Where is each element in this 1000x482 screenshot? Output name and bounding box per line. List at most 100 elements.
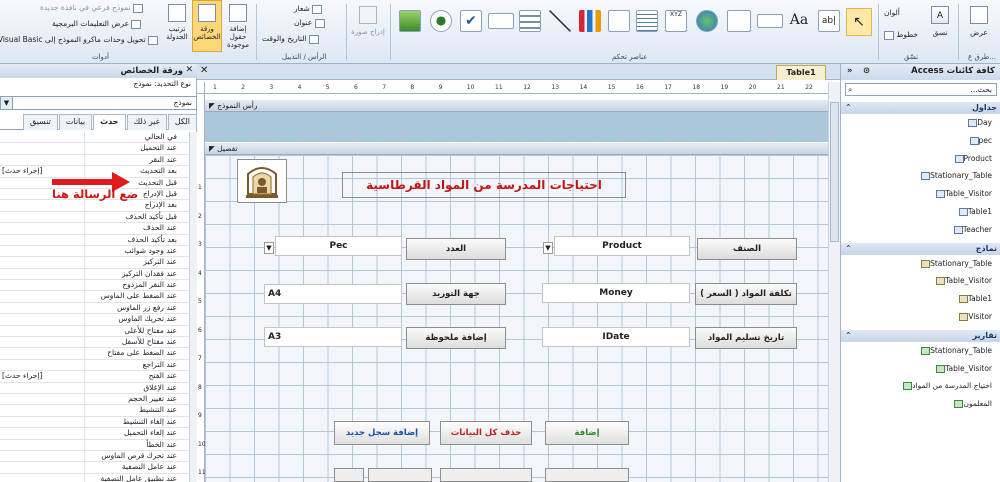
event-property-row[interactable]: بعد تأكيد الحذف [0,234,189,246]
close-icon[interactable]: ✕ [200,65,208,76]
event-property-row[interactable]: عند رفع زر الماوس [0,302,189,315]
idate-field[interactable]: IDate [542,327,690,347]
event-property-row[interactable]: عند النقر [0,154,189,167]
collapse-group-icon[interactable]: ⌃ [845,330,852,342]
checkbox-control[interactable]: ✔ [460,10,482,32]
chevron-down-icon[interactable]: ▼ [1,97,13,109]
rectangle-control[interactable] [488,13,514,29]
event-property-value[interactable] [0,405,84,415]
event-property-value[interactable] [0,451,84,461]
event-property-value[interactable] [0,428,84,438]
chevron-down-icon[interactable]: ⊙ [863,66,870,76]
pec-field[interactable]: Pec [275,236,402,256]
event-property-value[interactable] [0,417,84,427]
design-vertical-scrollbar[interactable] [828,82,840,482]
select-pointer-tool[interactable]: ↖ [846,8,872,36]
view-button[interactable]: عرض [962,4,996,50]
tab-data[interactable]: بيانات [58,114,93,130]
close-icon[interactable]: ✕ [185,65,193,75]
nav-item[interactable]: Day [963,116,992,130]
event-property-value[interactable] [0,383,84,393]
supplier-label[interactable]: جهة التوريد [406,283,506,305]
event-property-value[interactable] [0,348,84,358]
tab-order-button[interactable]: ترتيب الجدولة [162,2,192,52]
cost-label[interactable]: تكلفة المواد ( السعر ) [695,283,797,305]
image-control[interactable] [399,10,421,32]
event-property-row[interactable]: عند الحذف [0,223,189,235]
event-property-value[interactable] [0,474,84,482]
event-property-value[interactable] [0,303,84,313]
event-property-row[interactable]: عند التنشيط [0,405,189,417]
nav-group-header[interactable]: جداول ⌃ [841,102,1000,114]
nav-item[interactable]: pec [965,134,992,148]
a3-field[interactable]: A3 [264,327,402,347]
event-property-row[interactable]: عند مفتاح للأسفل [0,337,189,349]
event-property-value[interactable] [0,155,84,165]
subform-new-window-button[interactable]: نموذج فرعي في نافذة جديدة [40,3,144,13]
nav-item[interactable]: Table1 [954,205,992,219]
form-header-bar[interactable]: ◤ رأس النموذج [205,100,828,112]
nav-item[interactable]: المعلمون [949,397,992,411]
nav-pane-title[interactable]: كافة كائنات Access ⊙ « [841,64,1000,80]
button-control[interactable] [757,14,783,28]
logo-button[interactable]: شعار [294,4,323,14]
event-property-value[interactable] [0,280,84,290]
event-property-row[interactable]: عند فقدان التركيز [0,268,189,281]
collapse-group-icon[interactable]: ⌃ [845,102,852,114]
tab-event[interactable]: حدث [93,114,126,130]
tab-table1[interactable]: Table1 [776,65,826,80]
tab-control[interactable] [727,10,751,32]
option-group-control[interactable]: XYZ [665,10,687,32]
nav-item[interactable]: Teacher [949,223,992,237]
nav-item[interactable]: Product [950,152,992,166]
partial-control[interactable] [545,468,629,482]
event-property-value[interactable] [0,269,84,279]
event-property-row[interactable]: [إجراء حدث] عند الفتح [0,371,189,383]
scroll-thumb[interactable] [830,102,839,242]
property-list-scrollbar[interactable] [189,132,197,482]
search-icon[interactable]: ⌕ [848,84,852,95]
event-property-row[interactable]: عند الضغط على مفتاح [0,348,189,360]
event-property-row[interactable]: عند الخطأ [0,439,189,451]
event-property-value[interactable] [0,200,84,210]
event-property-value[interactable]: [إجراء حدث] [0,371,84,381]
nav-item[interactable]: احتياج المدرسة من المواد [898,379,992,393]
event-property-row[interactable]: عند النقر المزدوج [0,280,189,292]
event-property-row[interactable]: بعد الإدراج [0,200,189,212]
tab-other[interactable]: غير ذلك [126,114,167,130]
collapse-group-icon[interactable]: ⌃ [845,243,852,255]
event-property-row[interactable]: عند عامل التصفية [0,462,189,474]
money-field[interactable]: Money [542,283,690,303]
event-property-value[interactable] [0,360,84,370]
partial-control[interactable] [334,468,364,482]
collapse-icon[interactable]: « [847,66,853,76]
theme-button[interactable]: A نسق [924,4,956,50]
nav-group-header[interactable]: تقارير ⌃ [841,329,1000,342]
new-record-button[interactable]: إضافة سجل جديد [334,421,430,445]
event-property-value[interactable] [0,257,84,267]
nav-item[interactable]: Table1 [954,292,992,306]
combobox-control[interactable] [608,10,630,32]
nav-item[interactable]: Table_Visitor [931,187,992,201]
event-property-row[interactable]: عند التركيز [0,257,189,269]
delete-all-button[interactable]: حذف كل البيانات [440,421,532,445]
property-sheet-button[interactable]: ورقة الخصائص [192,0,222,52]
category-label[interactable]: الصنف [697,238,797,260]
event-property-value[interactable] [0,246,84,256]
title-button[interactable]: عنوان [294,18,325,28]
event-property-value[interactable] [0,326,84,336]
nav-group-header[interactable]: نماذج ⌃ [841,242,1000,255]
hyperlink-globe-icon[interactable] [696,10,718,32]
event-property-row[interactable]: عند إلغاء التنشيط [0,416,189,429]
event-property-value[interactable] [0,143,84,153]
add-existing-fields-button[interactable]: إضافة حقول موجودة [222,2,254,52]
partial-control[interactable] [368,468,432,482]
textbox-control[interactable]: ab| [818,10,840,32]
datetime-button[interactable]: التاريخ والوقت [262,34,320,44]
nav-item[interactable]: Table_Visitor [931,362,992,376]
page-break-control[interactable] [636,10,658,32]
event-property-value[interactable] [0,223,84,233]
note-label[interactable]: إضافة ملحوظة [406,327,506,349]
nav-item[interactable]: Stationary_Table [916,169,992,183]
product-combo-arrow-icon[interactable]: ▼ [543,242,553,254]
